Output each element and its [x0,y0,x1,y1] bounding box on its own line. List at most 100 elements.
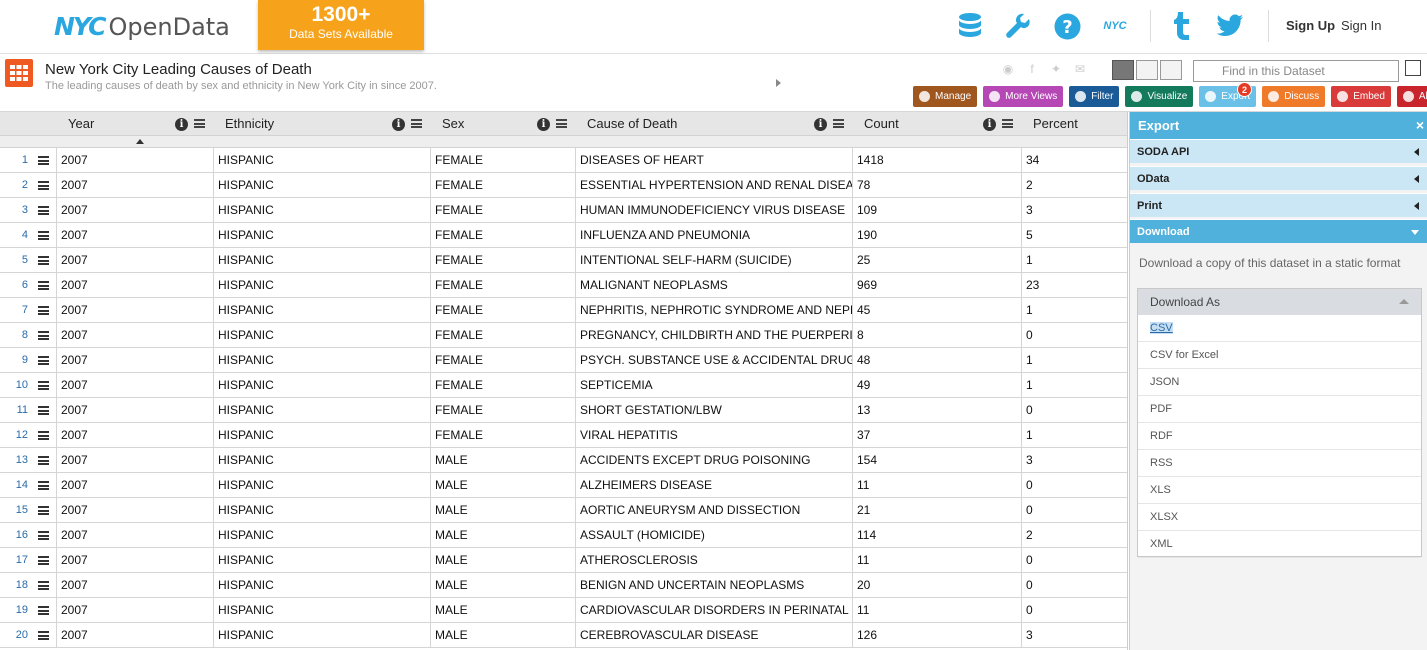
grid-view-icon[interactable] [1112,60,1134,80]
section-odata[interactable]: OData [1130,166,1427,190]
table-cell[interactable]: 49 [852,373,1021,398]
table-cell[interactable]: HISPANIC [213,523,430,548]
table-cell[interactable]: ALZHEIMERS DISEASE [575,473,852,498]
row-menu-icon[interactable] [38,481,49,490]
table-row[interactable]: 9 2007 HISPANIC FEMALE PSYCH. SUBSTANCE USE … [0,348,1127,373]
table-cell[interactable]: 0 [1021,323,1127,348]
table-cell[interactable]: MALE [430,498,575,523]
table-cell[interactable]: ACCIDENTS EXCEPT DRUG POISONING [575,448,852,473]
table-cell[interactable]: 2007 [56,423,213,448]
table-cell[interactable]: 2 [1021,173,1127,198]
table-cell[interactable]: MALIGNANT NEOPLASMS [575,273,852,298]
table-cell[interactable]: 34 [1021,148,1127,173]
table-cell[interactable]: CARDIOVASCULAR DISORDERS IN PERINATAL PE… [575,598,852,623]
table-cell[interactable]: HISPANIC [213,173,430,198]
table-cell[interactable]: HISPANIC [213,373,430,398]
table-cell[interactable]: ATHEROSCLEROSIS [575,548,852,573]
table-cell[interactable]: 1 [1021,248,1127,273]
table-cell[interactable]: FEMALE [430,173,575,198]
table-cell[interactable]: MALE [430,598,575,623]
table-cell[interactable]: PREGNANCY, CHILDBIRTH AND THE PUERPERIUM [575,323,852,348]
table-cell[interactable]: 114 [852,523,1021,548]
table-cell[interactable]: MALE [430,523,575,548]
table-cell[interactable]: MALE [430,473,575,498]
table-cell[interactable]: HISPANIC [213,223,430,248]
wrench-icon[interactable] [1003,12,1033,40]
twitter-share-icon[interactable]: ✦ [1048,62,1064,76]
manage-button[interactable]: Manage [913,86,978,107]
table-cell[interactable]: FEMALE [430,223,575,248]
table-cell[interactable]: 0 [1021,598,1127,623]
row-number[interactable]: 20 [0,629,28,641]
table-cell[interactable]: VIRAL HEPATITIS [575,423,852,448]
table-cell[interactable]: HISPANIC [213,248,430,273]
table-cell[interactable]: FEMALE [430,348,575,373]
table-cell[interactable]: 1 [1021,298,1127,323]
table-cell[interactable]: 2007 [56,248,213,273]
table-cell[interactable]: FEMALE [430,273,575,298]
table-cell[interactable]: 8 [852,323,1021,348]
table-cell[interactable]: 2007 [56,623,213,648]
download-format-pdf[interactable]: PDF [1138,396,1421,423]
table-cell[interactable]: 3 [1021,623,1127,648]
table-cell[interactable]: 1 [1021,423,1127,448]
table-cell[interactable]: HISPANIC [213,623,430,648]
table-cell[interactable]: 11 [852,548,1021,573]
table-cell[interactable]: 37 [852,423,1021,448]
table-cell[interactable]: HISPANIC [213,323,430,348]
row-number[interactable]: 16 [0,529,28,541]
column-menu-icon[interactable] [411,119,422,128]
table-row[interactable]: 20 2007 HISPANIC MALE CEREBROVASCULAR DISEAS… [0,623,1127,648]
row-number[interactable]: 11 [0,404,28,416]
table-cell[interactable]: 3 [1021,448,1127,473]
table-cell[interactable]: 1418 [852,148,1021,173]
table-cell[interactable]: INFLUENZA AND PNEUMONIA [575,223,852,248]
find-in-dataset-input[interactable]: Find in this Dataset [1193,60,1399,82]
table-row[interactable]: 7 2007 HISPANIC FEMALE NEPHRITIS, NEPHROTIC … [0,298,1127,323]
filter-button[interactable]: Filter [1069,86,1120,107]
table-cell[interactable]: PSYCH. SUBSTANCE USE & ACCIDENTAL DRUG P… [575,348,852,373]
table-cell[interactable]: 2007 [56,473,213,498]
row-number[interactable]: 18 [0,579,28,591]
table-cell[interactable]: 2007 [56,573,213,598]
download-format-rss[interactable]: RSS [1138,450,1421,477]
table-cell[interactable]: 2007 [56,323,213,348]
table-cell[interactable]: 11 [852,598,1021,623]
column-info-icon[interactable]: i [392,118,405,131]
download-format-json[interactable]: JSON [1138,369,1421,396]
table-cell[interactable]: 2 [1021,523,1127,548]
table-cell[interactable]: INTENTIONAL SELF-HARM (SUICIDE) [575,248,852,273]
sign-in-link[interactable]: Sign In [1341,18,1381,33]
table-cell[interactable]: 0 [1021,573,1127,598]
column-menu-icon[interactable] [833,119,844,128]
section-soda-api[interactable]: SODA API [1130,139,1427,163]
facebook-icon[interactable]: f [1024,62,1040,76]
table-cell[interactable]: ESSENTIAL HYPERTENSION AND RENAL DISEASE… [575,173,852,198]
row-menu-icon[interactable] [38,531,49,540]
table-cell[interactable]: 0 [1021,473,1127,498]
table-cell[interactable]: 969 [852,273,1021,298]
row-menu-icon[interactable] [38,556,49,565]
row-number[interactable]: 2 [0,179,28,191]
about-button[interactable]: About [1396,86,1427,107]
row-number[interactable]: 8 [0,329,28,341]
nyc-icon[interactable]: NYC [1100,12,1130,40]
table-cell[interactable]: FEMALE [430,423,575,448]
table-cell[interactable]: HISPANIC [213,548,430,573]
table-cell[interactable]: 45 [852,298,1021,323]
row-menu-icon[interactable] [38,331,49,340]
table-cell[interactable]: MALE [430,623,575,648]
table-cell[interactable]: HISPANIC [213,598,430,623]
table-cell[interactable]: HUMAN IMMUNODEFICIENCY VIRUS DISEASE [575,198,852,223]
column-info-icon[interactable]: i [814,118,827,131]
table-cell[interactable]: ASSAULT (HOMICIDE) [575,523,852,548]
row-number[interactable]: 14 [0,479,28,491]
row-menu-icon[interactable] [38,306,49,315]
fullscreen-icon[interactable] [1405,60,1421,76]
row-menu-icon[interactable] [38,256,49,265]
row-menu-icon[interactable] [38,181,49,190]
table-cell[interactable]: FEMALE [430,398,575,423]
column-menu-icon[interactable] [1002,119,1013,128]
section-print[interactable]: Print [1130,193,1427,217]
table-cell[interactable]: HISPANIC [213,473,430,498]
